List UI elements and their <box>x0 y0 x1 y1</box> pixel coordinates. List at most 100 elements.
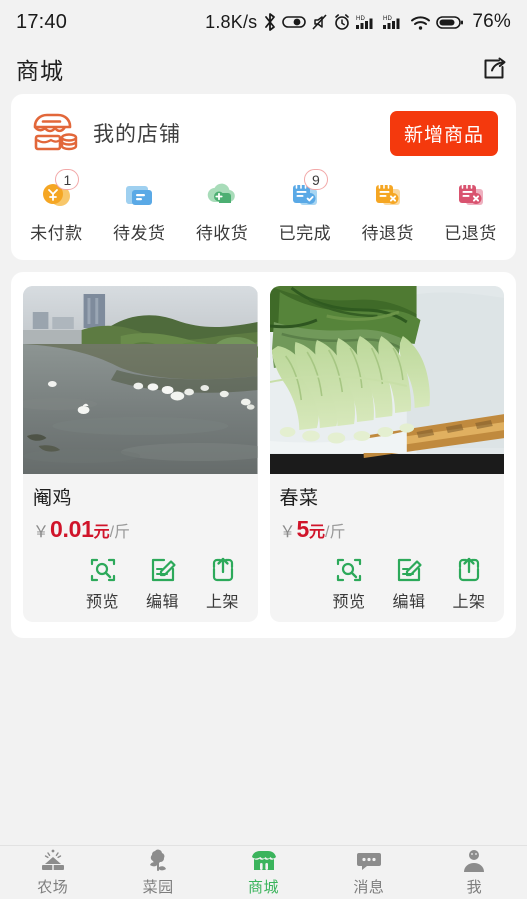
shop-name-label: 我的店铺 <box>93 123 181 146</box>
bluetooth-icon <box>263 12 277 32</box>
edit-action[interactable]: 编辑 <box>386 555 432 612</box>
order-tab-label: 已完成 <box>278 224 332 243</box>
nav-label: 菜园 <box>142 879 174 896</box>
status-bar: 17:40 1.8K/s HD HD 76% <box>0 0 527 44</box>
preview-magnifier-icon <box>334 555 364 585</box>
nav-label: 消息 <box>353 879 385 896</box>
order-tab-badge: 9 <box>303 169 328 190</box>
nav-item-farm[interactable]: 农场 <box>0 848 105 897</box>
currency-symbol: ￥ <box>33 524 50 541</box>
action-label: 预览 <box>332 594 366 611</box>
store-icon <box>250 848 278 874</box>
order-tab-icon-wrap <box>448 172 494 212</box>
app-screen: 17:40 1.8K/s HD HD 76% 商城 我的店铺 新增商品 1 未付… <box>0 0 527 899</box>
order-tab-to-receive[interactable]: 待收货 <box>181 172 264 244</box>
publish-action[interactable]: 上架 <box>446 555 492 612</box>
product-price: ￥ 0.01 元 /斤 <box>33 516 248 543</box>
preview-action[interactable]: 预览 <box>80 555 126 612</box>
price-per: /斤 <box>325 524 346 541</box>
order-tab-to-ship[interactable]: 待发货 <box>98 172 181 244</box>
svg-text:HD: HD <box>383 16 393 22</box>
order-tab-label: 待发货 <box>112 224 166 243</box>
nav-item-profile[interactable]: 我 <box>422 848 527 897</box>
product-name: 阉鸡 <box>33 488 73 509</box>
product-actions: 预览 编辑 上架 <box>280 555 495 612</box>
shipping-box-icon <box>122 178 156 212</box>
preview-action[interactable]: 预览 <box>326 555 372 612</box>
product-info: 春菜 ￥ 5 元 /斤 预览 编辑 上架 <box>270 474 505 622</box>
price-unit: 元 <box>309 524 326 541</box>
order-tab-return-pending[interactable]: 待退货 <box>346 172 429 244</box>
products-card: 阉鸡 ￥ 0.01 元 /斤 预览 编辑 上架 春菜 ￥ 5 元 /斤 预览 编… <box>11 272 516 638</box>
nav-label: 我 <box>466 879 483 896</box>
order-tab-unpaid[interactable]: 1 未付款 <box>15 169 98 244</box>
order-tab-badge: 1 <box>55 169 80 190</box>
nav-label: 农场 <box>37 879 69 896</box>
order-status-tabs: 1 未付款 待发货 待收货 9 已完成 待退货 已退货 <box>11 168 516 260</box>
shop-card: 我的店铺 新增商品 1 未付款 待发货 待收货 9 已完成 待退货 已退货 <box>11 94 516 260</box>
hd-signal-icon: HD <box>356 13 378 31</box>
add-product-button[interactable]: 新增商品 <box>389 110 498 156</box>
product-image-river-ducks <box>23 286 258 474</box>
bottom-navigation: 农场 菜园 商城 消息 我 <box>0 845 527 899</box>
network-speed-text: 1.8K/s <box>205 11 258 32</box>
data-saver-icon <box>282 14 307 30</box>
nav-item-messages[interactable]: 消息 <box>316 848 421 897</box>
price-amount: 0.01 <box>50 516 94 542</box>
battery-percent: 76% <box>472 11 511 32</box>
document-return-icon <box>371 178 405 212</box>
document-returned-icon <box>454 178 488 212</box>
product-item[interactable]: 阉鸡 ￥ 0.01 元 /斤 预览 编辑 上架 <box>23 286 258 622</box>
edit-action[interactable]: 编辑 <box>140 555 186 612</box>
product-price: ￥ 5 元 /斤 <box>280 516 495 543</box>
action-label: 编辑 <box>392 594 426 611</box>
order-tab-icon-wrap: 9 <box>282 169 328 212</box>
user-profile-icon <box>460 848 488 874</box>
farm-field-icon <box>39 848 67 874</box>
publish-action[interactable]: 上架 <box>200 555 246 612</box>
order-tab-label: 未付款 <box>30 224 83 243</box>
title-bar: 商城 <box>0 44 527 94</box>
nav-item-garden[interactable]: 菜园 <box>105 848 210 897</box>
order-tab-label: 待退货 <box>361 224 414 243</box>
svg-text:HD: HD <box>356 16 366 22</box>
alarm-icon <box>333 13 351 31</box>
nav-item-mall[interactable]: 商城 <box>211 848 316 897</box>
status-time: 17:40 <box>16 10 68 33</box>
shop-header-row: 我的店铺 新增商品 <box>11 94 516 168</box>
action-label: 上架 <box>205 594 239 611</box>
hd-signal-icon: HD <box>383 13 405 31</box>
scroll-content: 我的店铺 新增商品 1 未付款 待发货 待收货 9 已完成 待退货 已退货 阉鸡… <box>0 94 527 845</box>
order-tab-icon-wrap: 1 <box>33 169 80 212</box>
publish-upload-icon <box>208 555 238 585</box>
order-tab-icon-wrap <box>365 172 411 212</box>
share-icon[interactable] <box>477 52 511 86</box>
product-image-vegetables <box>269 286 504 474</box>
edit-pencil-icon <box>394 555 424 585</box>
price-per: /斤 <box>109 524 131 541</box>
action-label: 预览 <box>85 594 119 611</box>
delivery-truck-icon <box>205 178 239 212</box>
message-bubble-icon <box>355 848 383 874</box>
product-name: 春菜 <box>279 488 319 509</box>
nav-label: 商城 <box>248 879 280 896</box>
mute-icon <box>311 13 328 31</box>
product-grid: 阉鸡 ￥ 0.01 元 /斤 预览 编辑 上架 春菜 ￥ 5 元 /斤 预览 编… <box>23 286 504 622</box>
battery-icon <box>436 15 464 30</box>
publish-upload-icon <box>454 555 484 585</box>
product-item[interactable]: 春菜 ￥ 5 元 /斤 预览 编辑 上架 <box>269 286 505 622</box>
product-info: 阉鸡 ￥ 0.01 元 /斤 预览 编辑 上架 <box>23 474 258 622</box>
action-label: 编辑 <box>145 594 179 611</box>
order-tab-icon-wrap <box>116 172 162 212</box>
storefront-icon <box>29 110 81 156</box>
wifi-icon <box>410 14 431 31</box>
preview-magnifier-icon <box>88 555 118 585</box>
order-tab-completed[interactable]: 9 已完成 <box>263 169 346 244</box>
currency-symbol: ￥ <box>279 524 296 541</box>
order-tab-icon-wrap <box>199 172 245 212</box>
action-label: 上架 <box>452 594 486 611</box>
order-tab-returned[interactable]: 已退货 <box>429 172 512 244</box>
vegetable-garden-icon <box>144 848 172 874</box>
price-unit: 元 <box>93 524 110 541</box>
order-tab-label: 已退货 <box>444 224 497 243</box>
